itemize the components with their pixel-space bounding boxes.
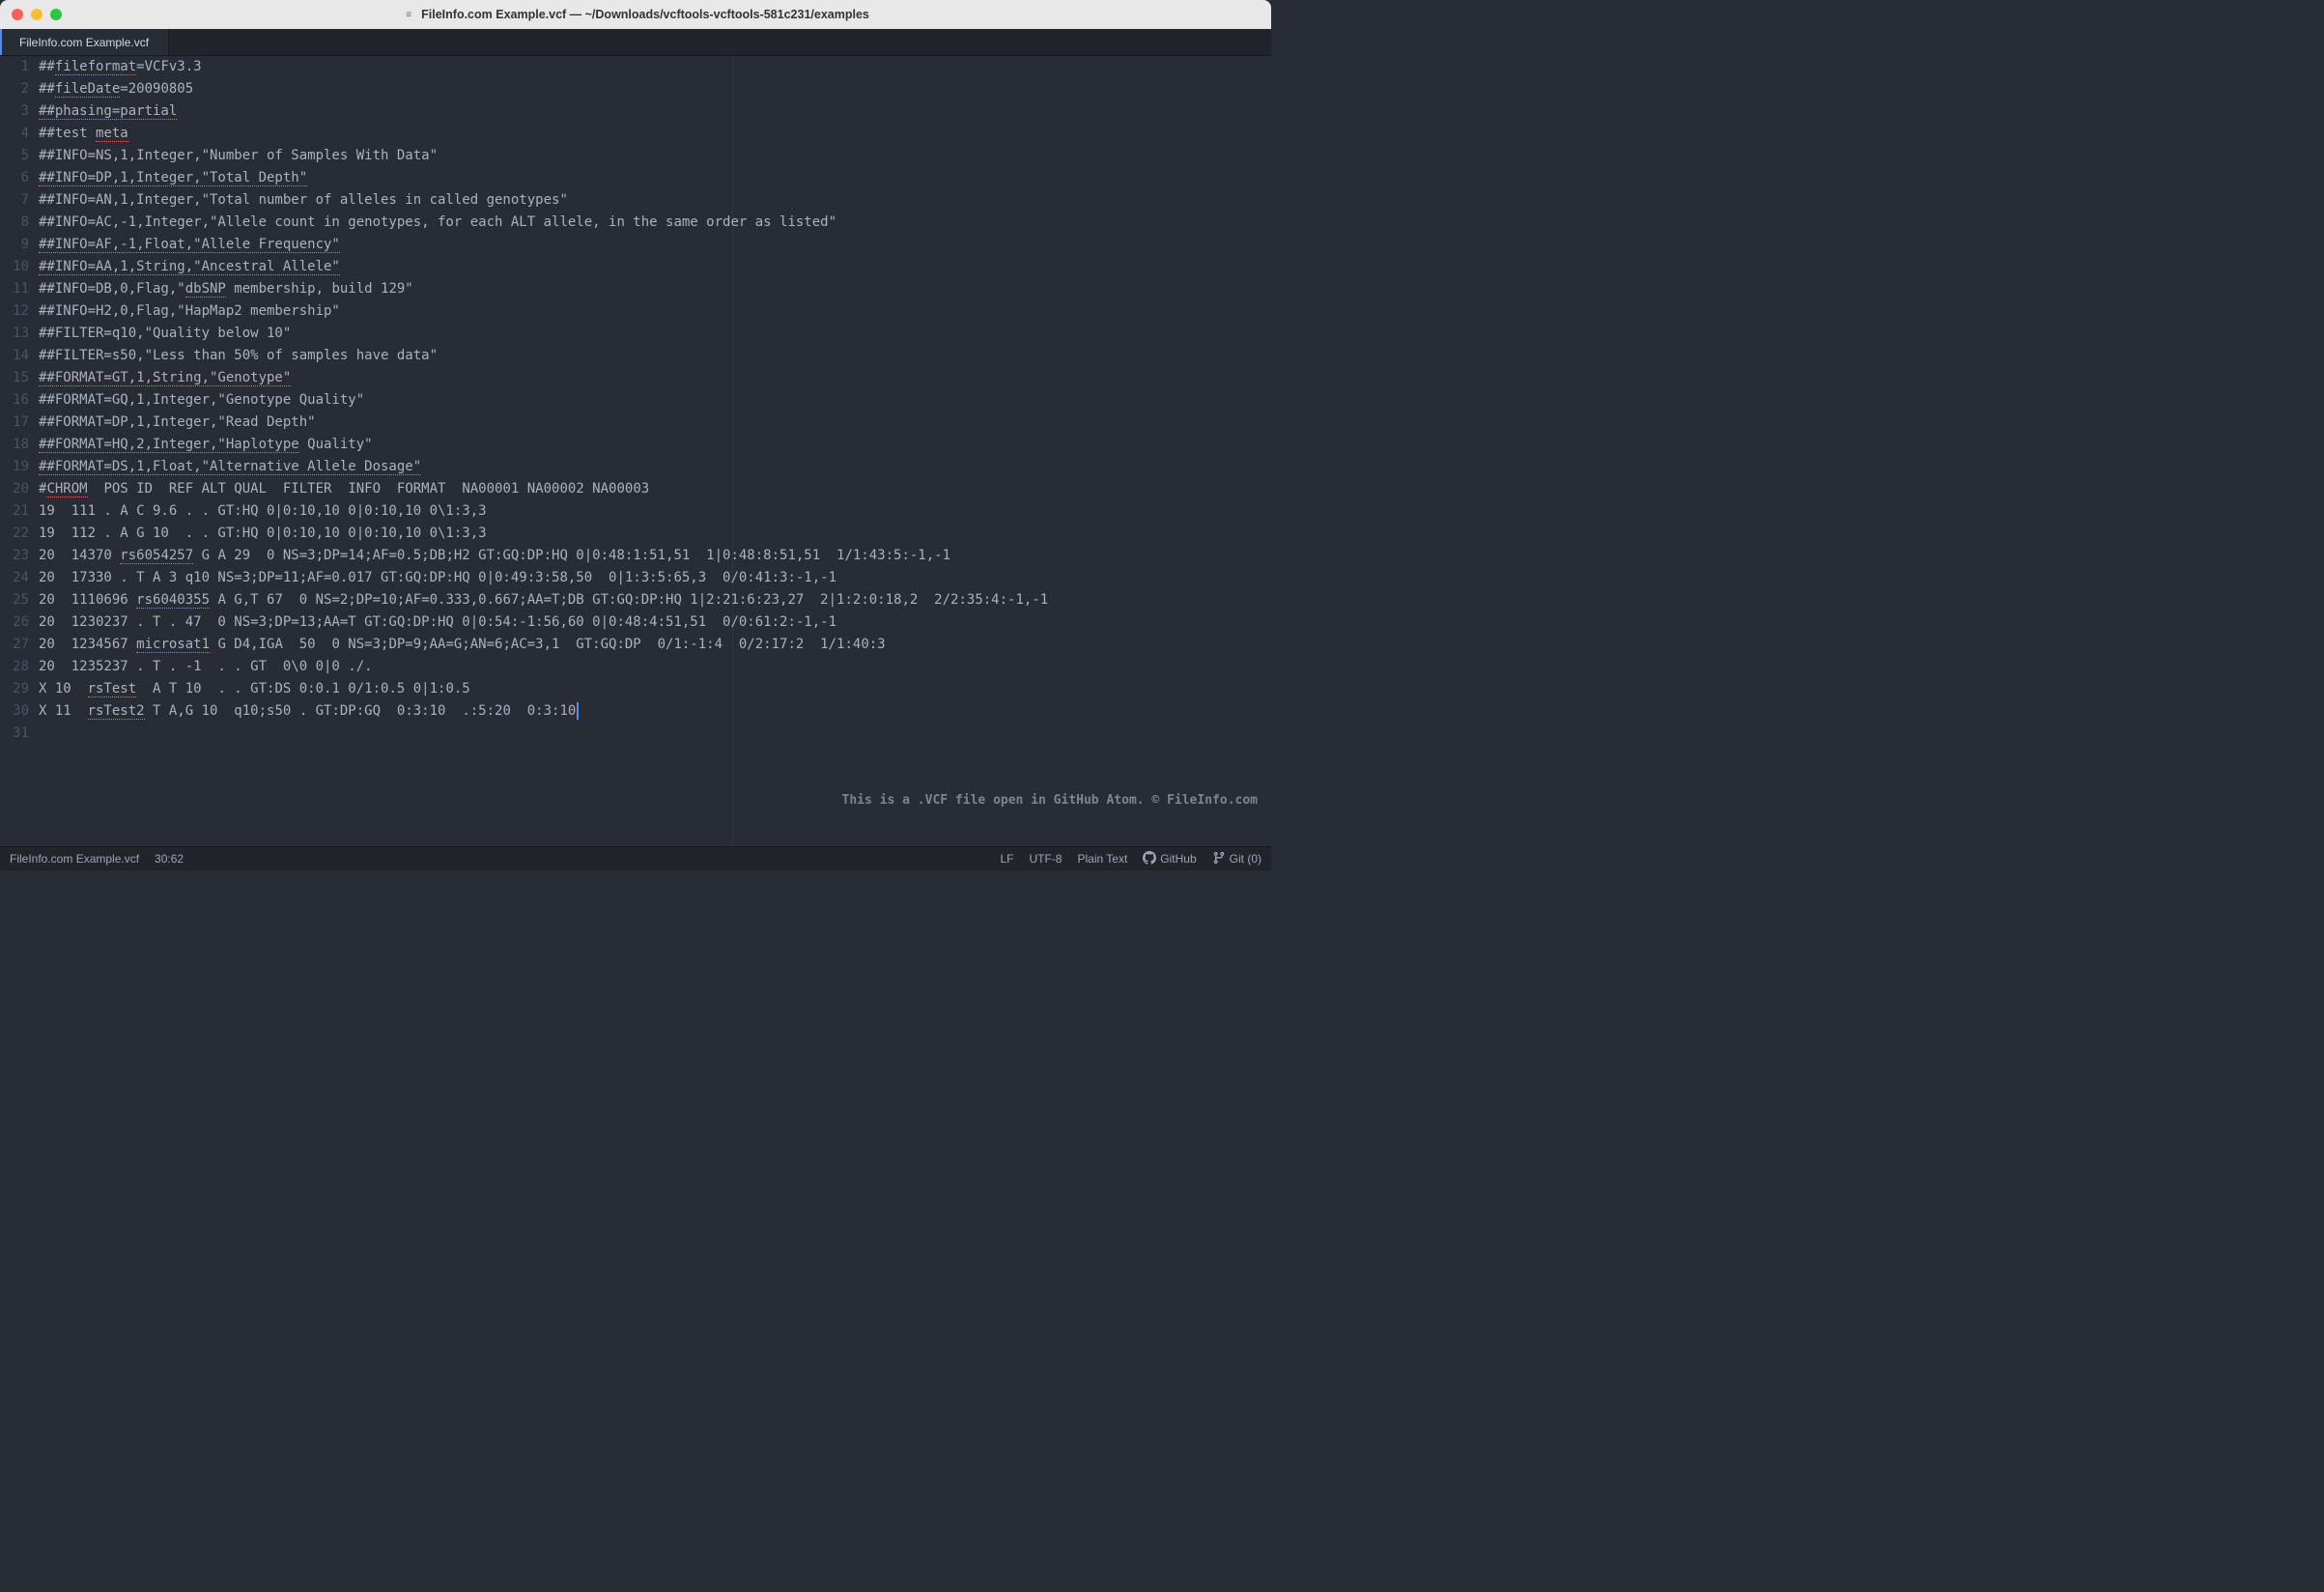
status-bar: FileInfo.com Example.vcf 30:62 LF UTF-8 …	[0, 846, 1271, 870]
gutter-line-number: 7	[0, 189, 29, 212]
status-encoding[interactable]: UTF-8	[1029, 852, 1062, 866]
gutter-line-number: 27	[0, 634, 29, 656]
code-line[interactable]: ##FORMAT=GQ,1,Integer,"Genotype Quality"	[39, 389, 1271, 412]
code-line[interactable]: ##INFO=DP,1,Integer,"Total Depth"	[39, 167, 1271, 189]
gutter-line-number: 1	[0, 56, 29, 78]
tab-file[interactable]: FileInfo.com Example.vcf	[0, 29, 169, 55]
status-line-ending[interactable]: LF	[1000, 852, 1013, 866]
gutter-line-number: 8	[0, 212, 29, 234]
gutter-line-number: 25	[0, 589, 29, 611]
gutter-line-number: 15	[0, 367, 29, 389]
code-line[interactable]: 19 111 . A C 9.6 . . GT:HQ 0|0:10,10 0|0…	[39, 500, 1271, 523]
gutter-line-number: 10	[0, 256, 29, 278]
gutter-line-number: 30	[0, 700, 29, 723]
status-github-label: GitHub	[1160, 852, 1196, 866]
gutter-line-number: 28	[0, 656, 29, 678]
window-title-text: FileInfo.com Example.vcf — ~/Downloads/v…	[421, 8, 869, 21]
gutter-line-number: 17	[0, 412, 29, 434]
window-title: ≡ FileInfo.com Example.vcf — ~/Downloads…	[402, 8, 869, 21]
code-area[interactable]: ##fileformat=VCFv3.3##fileDate=20090805#…	[39, 56, 1271, 846]
tab-label: FileInfo.com Example.vcf	[19, 36, 149, 49]
gutter-line-number: 24	[0, 567, 29, 589]
code-line[interactable]: ##FILTER=s50,"Less than 50% of samples h…	[39, 345, 1271, 367]
code-line[interactable]: ##INFO=AN,1,Integer,"Total number of all…	[39, 189, 1271, 212]
code-line[interactable]: ##FORMAT=DP,1,Integer,"Read Depth"	[39, 412, 1271, 434]
code-line[interactable]: ##FORMAT=DS,1,Float,"Alternative Allele …	[39, 456, 1271, 478]
gutter-line-number: 12	[0, 300, 29, 323]
minimize-button[interactable]	[31, 9, 43, 20]
code-line[interactable]: 20 14370 rs6054257 G A 29 0 NS=3;DP=14;A…	[39, 545, 1271, 567]
code-line[interactable]: ##FILTER=q10,"Quality below 10"	[39, 323, 1271, 345]
code-line[interactable]: ##INFO=AF,-1,Float,"Allele Frequency"	[39, 234, 1271, 256]
window-titlebar: ≡ FileInfo.com Example.vcf — ~/Downloads…	[0, 0, 1271, 29]
github-icon	[1143, 851, 1156, 867]
gutter-line-number: 18	[0, 434, 29, 456]
code-line[interactable]: ##fileformat=VCFv3.3	[39, 56, 1271, 78]
git-branch-icon	[1212, 851, 1226, 867]
gutter: 1234567891011121314151617181920212223242…	[0, 56, 39, 846]
code-line[interactable]: ##fileDate=20090805	[39, 78, 1271, 100]
code-line[interactable]: X 11 rsTest2 T A,G 10 q10;s50 . GT:DP:GQ…	[39, 700, 1271, 723]
gutter-line-number: 4	[0, 123, 29, 145]
gutter-line-number: 5	[0, 145, 29, 167]
code-line[interactable]: ##phasing=partial	[39, 100, 1271, 123]
window-controls	[12, 9, 62, 20]
close-button[interactable]	[12, 9, 23, 20]
gutter-line-number: 14	[0, 345, 29, 367]
watermark-text: This is a .VCF file open in GitHub Atom.…	[842, 789, 1258, 811]
gutter-line-number: 16	[0, 389, 29, 412]
gutter-line-number: 3	[0, 100, 29, 123]
text-cursor	[577, 702, 579, 720]
gutter-line-number: 29	[0, 678, 29, 700]
gutter-line-number: 21	[0, 500, 29, 523]
tab-bar: FileInfo.com Example.vcf	[0, 29, 1271, 56]
gutter-line-number: 26	[0, 611, 29, 634]
code-line[interactable]: X 10 rsTest A T 10 . . GT:DS 0:0.1 0/1:0…	[39, 678, 1271, 700]
gutter-line-number: 11	[0, 278, 29, 300]
gutter-line-number: 23	[0, 545, 29, 567]
code-line[interactable]: ##INFO=AA,1,String,"Ancestral Allele"	[39, 256, 1271, 278]
code-line[interactable]: ##INFO=DB,0,Flag,"dbSNP membership, buil…	[39, 278, 1271, 300]
code-line[interactable]: 20 17330 . T A 3 q10 NS=3;DP=11;AF=0.017…	[39, 567, 1271, 589]
gutter-line-number: 31	[0, 723, 29, 745]
gutter-line-number: 2	[0, 78, 29, 100]
code-line[interactable]: ##FORMAT=GT,1,String,"Genotype"	[39, 367, 1271, 389]
status-cursor-position[interactable]: 30:62	[155, 852, 184, 866]
code-line[interactable]: 20 1230237 . T . 47 0 NS=3;DP=13;AA=T GT…	[39, 611, 1271, 634]
editor[interactable]: 1234567891011121314151617181920212223242…	[0, 56, 1271, 846]
status-filename[interactable]: FileInfo.com Example.vcf	[10, 852, 139, 866]
code-line[interactable]: ##INFO=H2,0,Flag,"HapMap2 membership"	[39, 300, 1271, 323]
gutter-line-number: 6	[0, 167, 29, 189]
maximize-button[interactable]	[50, 9, 62, 20]
file-icon: ≡	[402, 8, 415, 21]
code-line[interactable]: ##test meta	[39, 123, 1271, 145]
gutter-line-number: 19	[0, 456, 29, 478]
status-git[interactable]: Git (0)	[1212, 851, 1261, 867]
code-line[interactable]: 20 1234567 microsat1 G D4,IGA 50 0 NS=3;…	[39, 634, 1271, 656]
gutter-line-number: 13	[0, 323, 29, 345]
status-git-label: Git (0)	[1230, 852, 1261, 866]
code-line[interactable]: 20 1235237 . T . -1 . . GT 0\0 0|0 ./.	[39, 656, 1271, 678]
code-line[interactable]: ##INFO=AC,-1,Integer,"Allele count in ge…	[39, 212, 1271, 234]
code-line[interactable]: 19 112 . A G 10 . . GT:HQ 0|0:10,10 0|0:…	[39, 523, 1271, 545]
gutter-line-number: 22	[0, 523, 29, 545]
gutter-line-number: 20	[0, 478, 29, 500]
code-line[interactable]: #CHROM POS ID REF ALT QUAL FILTER INFO F…	[39, 478, 1271, 500]
code-line[interactable]	[39, 723, 1271, 745]
code-line[interactable]: ##FORMAT=HQ,2,Integer,"Haplotype Quality…	[39, 434, 1271, 456]
code-line[interactable]: ##INFO=NS,1,Integer,"Number of Samples W…	[39, 145, 1271, 167]
status-github[interactable]: GitHub	[1143, 851, 1196, 867]
status-grammar[interactable]: Plain Text	[1077, 852, 1127, 866]
code-line[interactable]: 20 1110696 rs6040355 A G,T 67 0 NS=2;DP=…	[39, 589, 1271, 611]
gutter-line-number: 9	[0, 234, 29, 256]
